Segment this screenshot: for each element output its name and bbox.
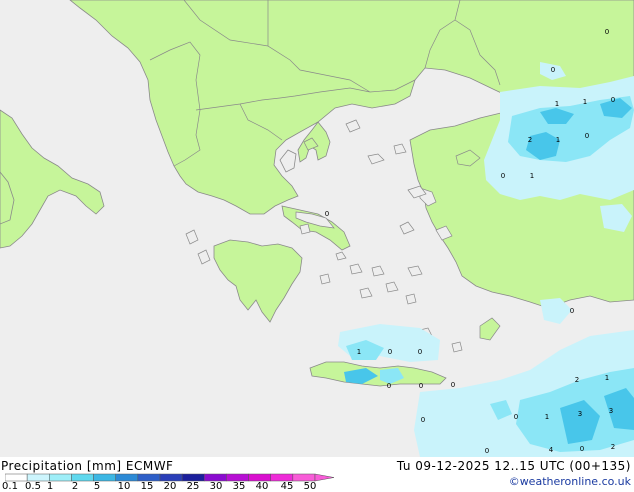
scale-tick-label: 25 bbox=[186, 481, 200, 492]
precip-label: 0 bbox=[418, 348, 422, 356]
scale-tick-label: 10 bbox=[117, 481, 131, 492]
scale-swatch bbox=[26, 473, 50, 482]
precip-label: 3 bbox=[578, 410, 582, 418]
scale-swatch bbox=[159, 473, 183, 482]
scale-swatch bbox=[115, 473, 139, 482]
precip-label: 1 bbox=[555, 100, 559, 108]
scale-tick-label: 0.1 bbox=[2, 481, 18, 492]
precip-label: 0 bbox=[514, 413, 518, 421]
scale-arrow bbox=[314, 473, 335, 482]
precip-label: 0 bbox=[419, 382, 423, 390]
scale-swatch bbox=[204, 473, 227, 482]
scale-tick-label: 1 bbox=[46, 481, 54, 492]
scale-swatch bbox=[71, 473, 94, 482]
precip-label: 0 bbox=[421, 416, 425, 424]
credit-link[interactable]: ©weatheronline.co.uk bbox=[509, 475, 631, 488]
precip-label: 0 bbox=[451, 381, 455, 389]
scale-swatch bbox=[49, 473, 72, 482]
precip-label: 2 bbox=[528, 136, 532, 144]
precip-label: 0 bbox=[605, 28, 609, 36]
precip-label: 2 bbox=[575, 376, 579, 384]
scale-tick-label: 50 bbox=[303, 481, 317, 492]
precip-label: 1 bbox=[605, 374, 609, 382]
precip-label: 0 bbox=[501, 172, 505, 180]
precipitation-map: 0 0 1 1 0 2 1 0 0 1 0 0 1 0 0 0 0 0 2 1 3 3 0 1 0 4 0 2 0 bbox=[0, 0, 634, 457]
precip-label: 0 bbox=[388, 348, 392, 356]
scale-tick-label: 15 bbox=[140, 481, 154, 492]
precip-label: 0 bbox=[485, 447, 489, 455]
map-title: Precipitation [mm] ECMWF bbox=[1, 459, 174, 473]
precip-label: 0 bbox=[570, 307, 574, 315]
scale-tick-label: 2 bbox=[71, 481, 79, 492]
scale-swatch bbox=[181, 473, 205, 482]
precip-label: 0 bbox=[611, 96, 615, 104]
scale-swatch bbox=[270, 473, 294, 482]
precip-label: 2 bbox=[611, 443, 615, 451]
precip-label: 0 bbox=[551, 66, 555, 74]
scale-tick-label: 35 bbox=[232, 481, 246, 492]
precip-label: 3 bbox=[609, 407, 613, 415]
precip-label: 0 bbox=[585, 132, 589, 140]
scale-tick-label: 0.5 bbox=[25, 481, 41, 492]
map-svg: 0 0 1 1 0 2 1 0 0 1 0 0 1 0 0 0 0 0 2 1 3 3 0 1 0 4 0 2 0 bbox=[0, 0, 634, 457]
scale-swatch bbox=[292, 473, 316, 482]
precip-label: 0 bbox=[387, 382, 391, 390]
scale-tick-label: 45 bbox=[280, 481, 294, 492]
scale-tick-label: 20 bbox=[163, 481, 177, 492]
precip-label: 1 bbox=[556, 136, 560, 144]
precip-label: 1 bbox=[357, 348, 361, 356]
precip-label: 4 bbox=[549, 446, 554, 454]
precip-label: 1 bbox=[583, 98, 587, 106]
scale-tick-label: 30 bbox=[209, 481, 223, 492]
scale-swatch bbox=[248, 473, 271, 482]
scale-swatch bbox=[5, 473, 28, 482]
scale-tick-label: 5 bbox=[93, 481, 101, 492]
scale-swatch bbox=[93, 473, 116, 482]
precip-label: 0 bbox=[580, 445, 584, 453]
scale-swatch bbox=[226, 473, 249, 482]
forecast-datetime: Tu 09-12-2025 12..15 UTC (00+135) bbox=[396, 459, 631, 473]
precip-label: 0 bbox=[325, 210, 329, 218]
precip-label: 1 bbox=[545, 413, 549, 421]
precip-label: 1 bbox=[530, 172, 534, 180]
scale-tick-label: 40 bbox=[255, 481, 269, 492]
legend-footer: Precipitation [mm] ECMWF Tu 09-12-2025 1… bbox=[0, 457, 634, 492]
scale-swatch bbox=[137, 473, 161, 482]
